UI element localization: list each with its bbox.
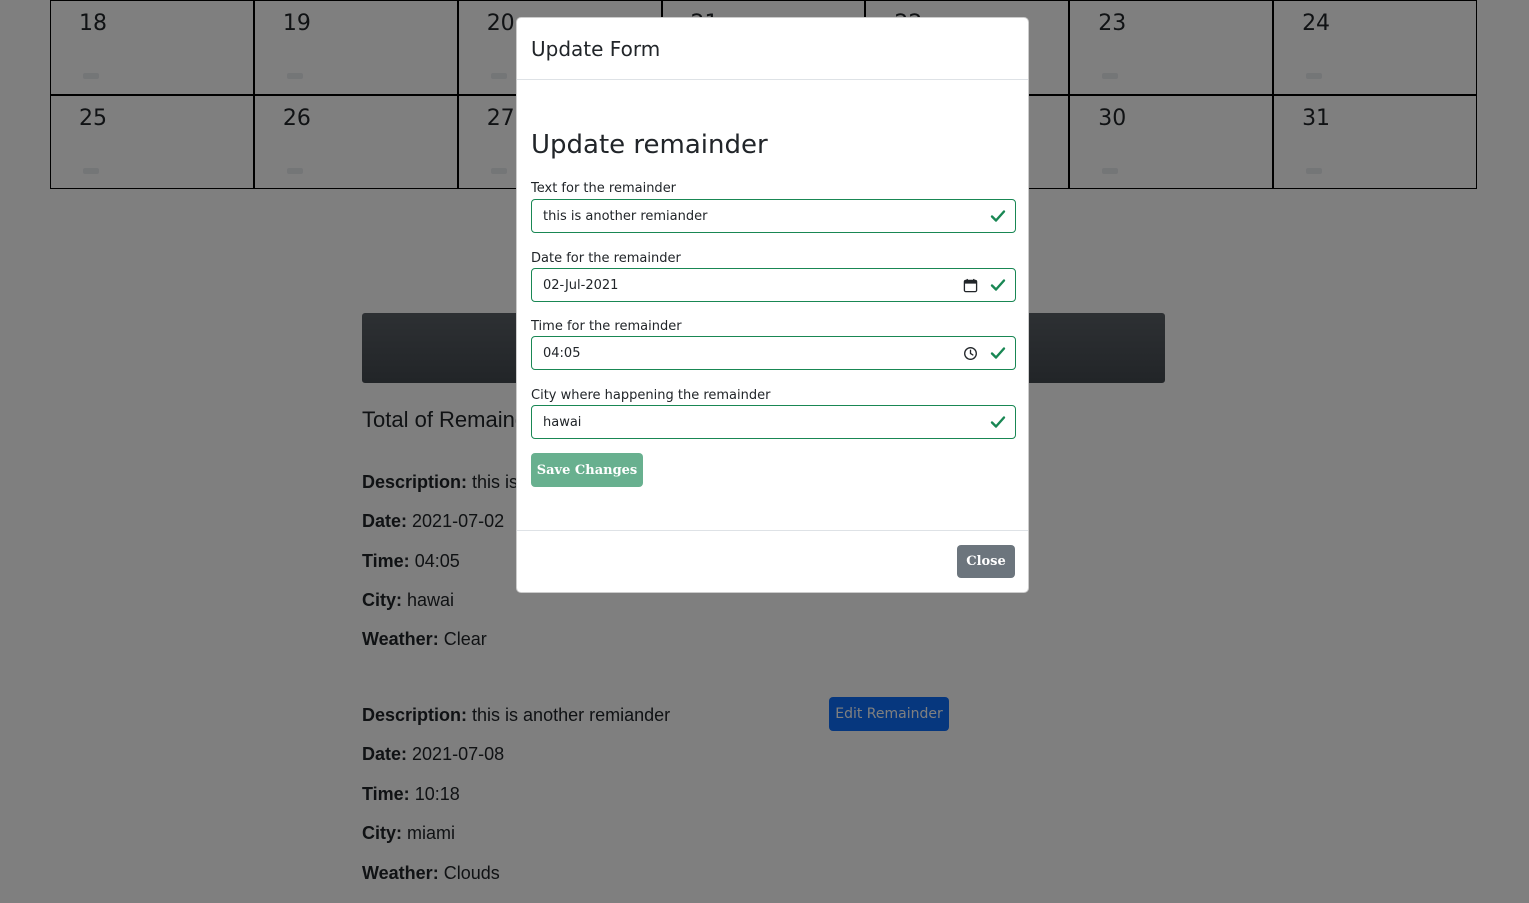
time-input[interactable]: 04:05 [531,336,1016,370]
text-input[interactable]: this is another remiander [531,199,1016,233]
close-button[interactable]: Close [957,545,1015,578]
modal-footer: Close [517,530,1028,592]
time-field-label: Time for the remainder [531,319,682,334]
text-input-value: this is another remiander [543,208,708,224]
save-changes-button[interactable]: Save Changes [531,453,643,487]
modal-title: Update Form [531,36,661,61]
date-input[interactable]: 02-Jul-2021 [531,268,1016,302]
date-input-value: 02-Jul-2021 [543,277,619,293]
update-form-modal: Update Form Update remainder Text for th… [516,17,1029,593]
city-field-label: City where happening the remainder [531,388,771,403]
modal-header: Update Form [517,18,1028,80]
calendar-icon[interactable] [963,278,978,293]
city-input-value: hawai [543,414,582,430]
time-input-value: 04:05 [543,345,581,361]
valid-check-icon [990,416,1006,428]
valid-check-icon [990,347,1006,359]
date-field-label: Date for the remainder [531,251,681,266]
clock-icon[interactable] [963,346,978,361]
city-input[interactable]: hawai [531,405,1016,439]
text-field-label: Text for the remainder [531,181,677,196]
form-heading: Update remainder [531,130,768,160]
valid-check-icon [990,279,1006,291]
valid-check-icon [990,210,1006,222]
